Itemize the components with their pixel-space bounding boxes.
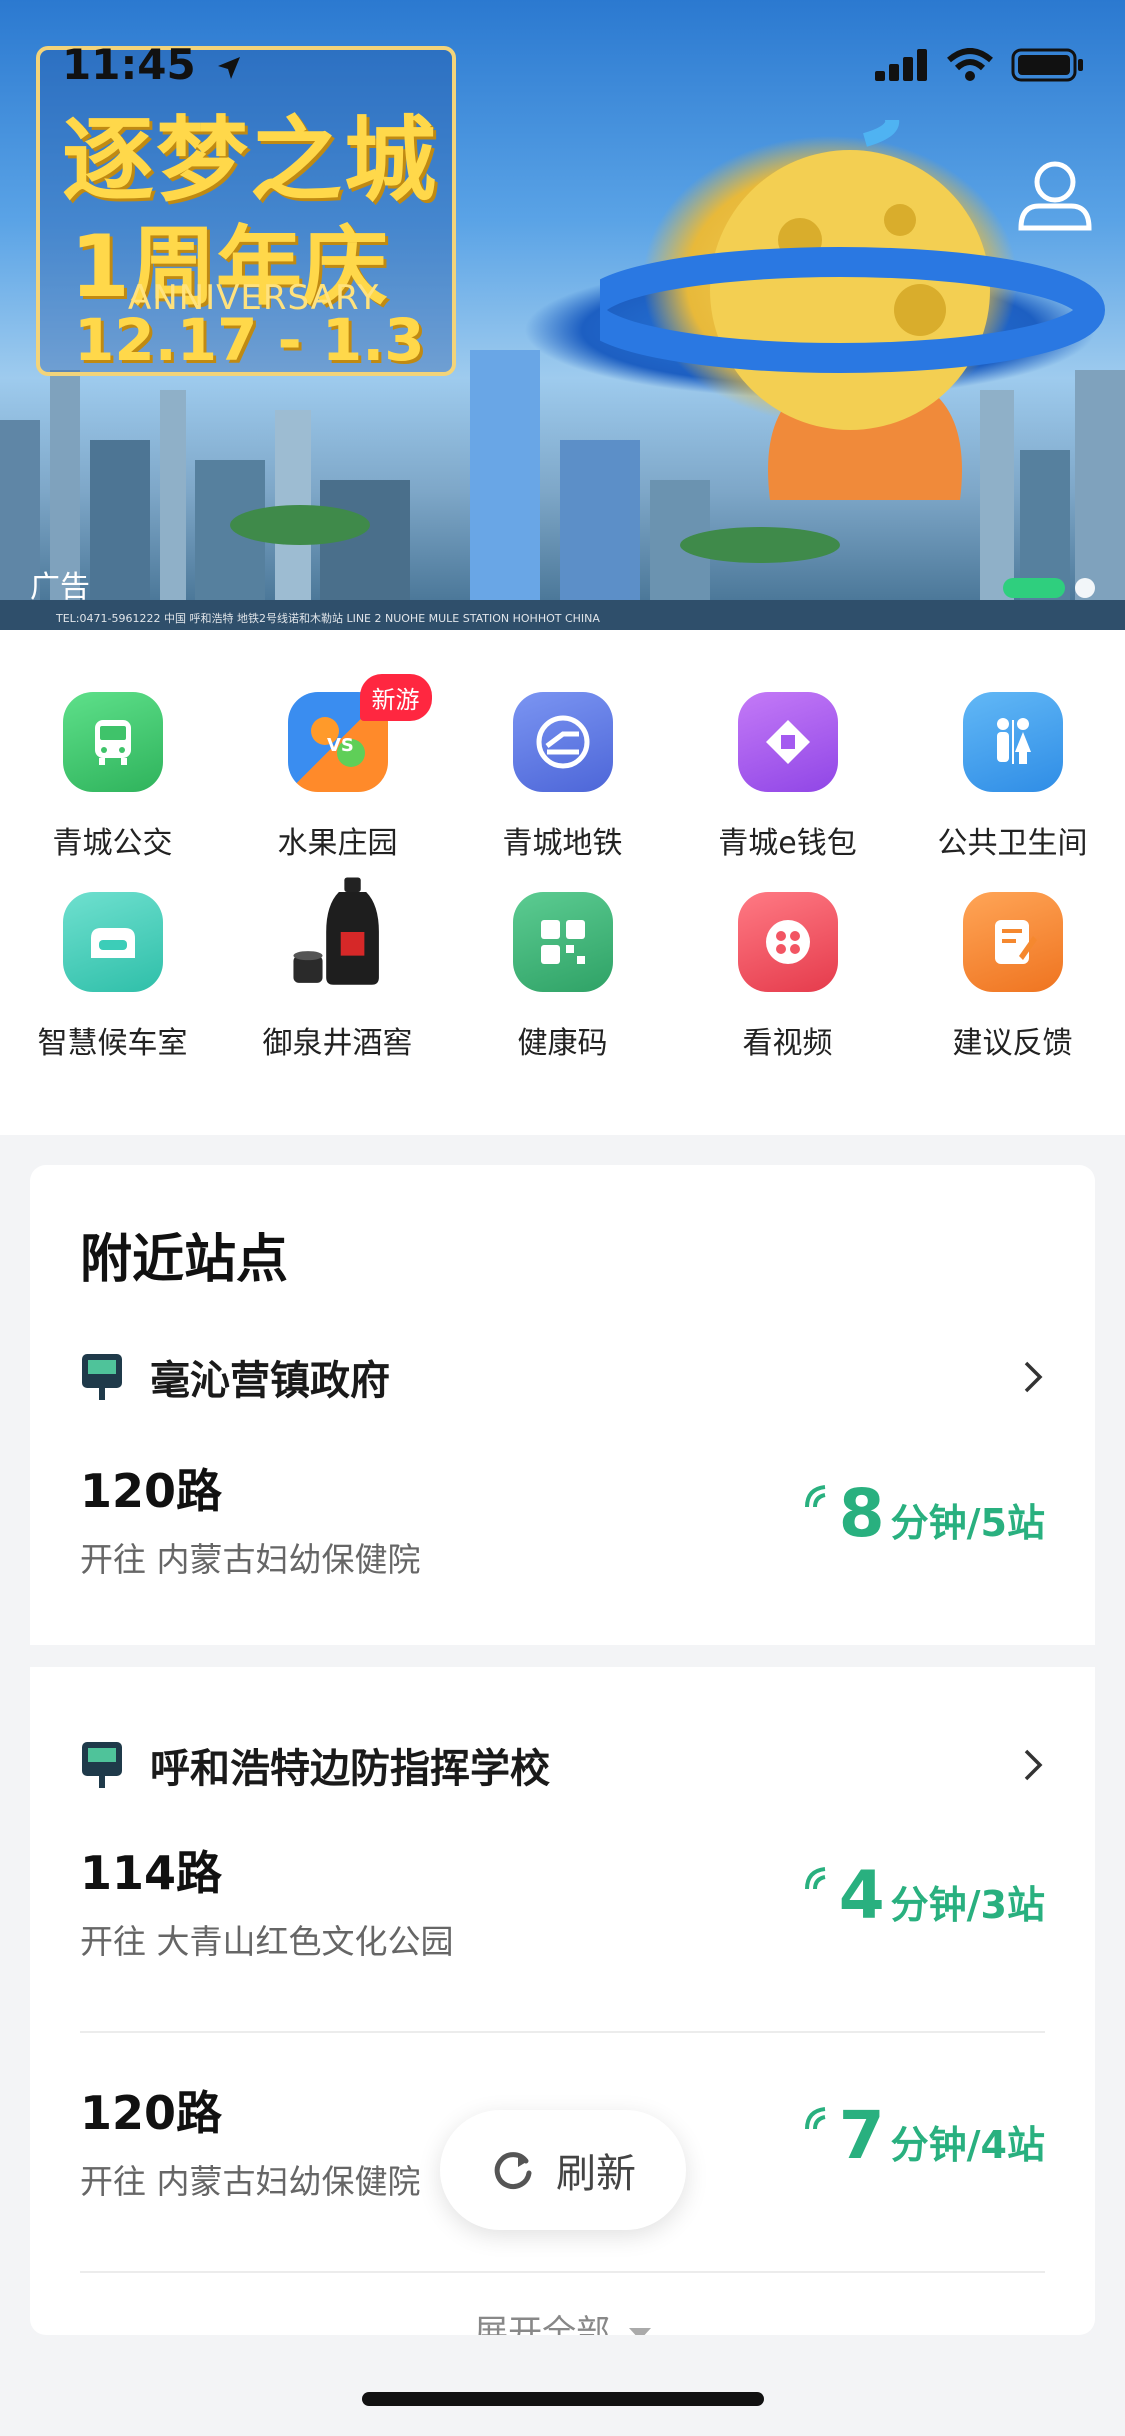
chevron-right-icon xyxy=(1024,1749,1043,1781)
liquor-bottle-icon xyxy=(288,877,388,992)
station-name: 呼和浩特边防指挥学校 xyxy=(150,1746,550,1792)
grid-item-bus[interactable]: 青城公交 xyxy=(0,692,225,862)
grid-item-video[interactable]: 看视频 xyxy=(675,892,900,1062)
expand-all-button[interactable]: 展开全部 xyxy=(30,2305,1095,2335)
quick-access-panel: 青城公交 VS 新游 水果庄园 青城地铁 青城e钱包 公共卫生间 智慧候车室 御… xyxy=(0,630,1125,1135)
pagination-dot-active xyxy=(1003,578,1065,598)
grid-item-metro[interactable]: 青城地铁 xyxy=(450,692,675,862)
status-time: 11:45 xyxy=(62,40,242,89)
grid-item-waiting-room[interactable]: 智慧候车室 xyxy=(0,892,225,1062)
wifi-icon xyxy=(947,48,993,81)
route-eta: 7 分钟/4站 xyxy=(803,2097,1045,2174)
grid-item-health-code[interactable]: 健康码 xyxy=(450,892,675,1062)
health-code-icon xyxy=(512,892,613,992)
svg-text:VS: VS xyxy=(327,735,354,756)
route-name[interactable]: 120路 xyxy=(80,2077,222,2143)
feedback-icon xyxy=(962,892,1063,992)
profile-icon[interactable] xyxy=(1015,156,1095,236)
refresh-button[interactable]: 刷新 xyxy=(440,2110,686,2230)
cellular-signal-icon xyxy=(875,49,927,81)
station-row[interactable]: 毫沁营镇政府 xyxy=(80,1347,1045,1407)
status-icons xyxy=(875,48,1085,82)
realtime-signal-icon xyxy=(804,1485,826,1508)
route-name[interactable]: 120路 xyxy=(80,1455,222,1521)
location-arrow-icon xyxy=(218,56,241,79)
grid-item-feedback[interactable]: 建议反馈 xyxy=(900,892,1125,1062)
banner-dates: 12.17 - 1.3 xyxy=(74,306,425,374)
new-game-badge: 新游 xyxy=(359,674,432,721)
chevron-right-icon xyxy=(1024,1361,1043,1393)
nearby-title: 附近站点 xyxy=(80,1230,289,1290)
bus-icon xyxy=(62,692,163,792)
bus-stop-icon xyxy=(82,1742,122,1788)
route-destination: 开往 大青山红色文化公园 xyxy=(80,1922,454,1961)
route-eta: 4 分钟/3站 xyxy=(803,1857,1045,1934)
fruit-game-icon: VS 新游 xyxy=(287,674,432,792)
metro-icon xyxy=(512,692,613,792)
realtime-signal-icon xyxy=(804,2107,826,2130)
waiting-room-icon xyxy=(62,892,163,992)
divider xyxy=(80,2271,1045,2273)
refresh-icon xyxy=(494,2152,532,2190)
station-name: 毫沁营镇政府 xyxy=(150,1358,390,1404)
grid-item-wallet[interactable]: 青城e钱包 xyxy=(675,692,900,862)
banner-footer-text: TEL:0471-5961222 中国 呼和浩特 地铁2号线诺和木勒站 LINE… xyxy=(56,612,600,625)
divider xyxy=(80,2031,1045,2033)
pagination-dot xyxy=(1075,578,1095,598)
caret-down-icon xyxy=(628,2327,651,2335)
grid-item-liquor-cellar[interactable]: 御泉井酒窖 xyxy=(225,877,450,1062)
station-row[interactable]: 呼和浩特边防指挥学校 xyxy=(80,1735,1045,1795)
grid-item-restroom[interactable]: 公共卫生间 xyxy=(900,692,1125,862)
restroom-icon xyxy=(962,692,1063,792)
route-destination: 开往 内蒙古妇幼保健院 xyxy=(80,2162,421,2201)
home-indicator[interactable] xyxy=(362,2392,764,2406)
route-name[interactable]: 114路 xyxy=(80,1837,222,1903)
video-icon xyxy=(737,892,838,992)
quick-access-grid: 青城公交 VS 新游 水果庄园 青城地铁 青城e钱包 公共卫生间 智慧候车室 御… xyxy=(0,674,1125,1062)
grid-item-fruit-farm[interactable]: VS 新游 水果庄园 xyxy=(225,674,450,862)
route-eta: 8 分钟/5站 xyxy=(803,1475,1045,1552)
ad-banner[interactable]: 逐梦之城 1周年庆 ANNIVERSARY 12.17 - 1.3 广告 TEL… xyxy=(0,0,1125,630)
ad-label: 广告 xyxy=(30,570,90,605)
section-gap xyxy=(30,1645,1095,1667)
route-destination: 开往 内蒙古妇幼保健院 xyxy=(80,1540,421,1579)
bus-stop-icon xyxy=(82,1354,122,1400)
wallet-icon xyxy=(737,692,838,792)
battery-icon xyxy=(1011,48,1083,82)
banner-pagination xyxy=(1003,578,1095,598)
realtime-signal-icon xyxy=(804,1867,826,1890)
